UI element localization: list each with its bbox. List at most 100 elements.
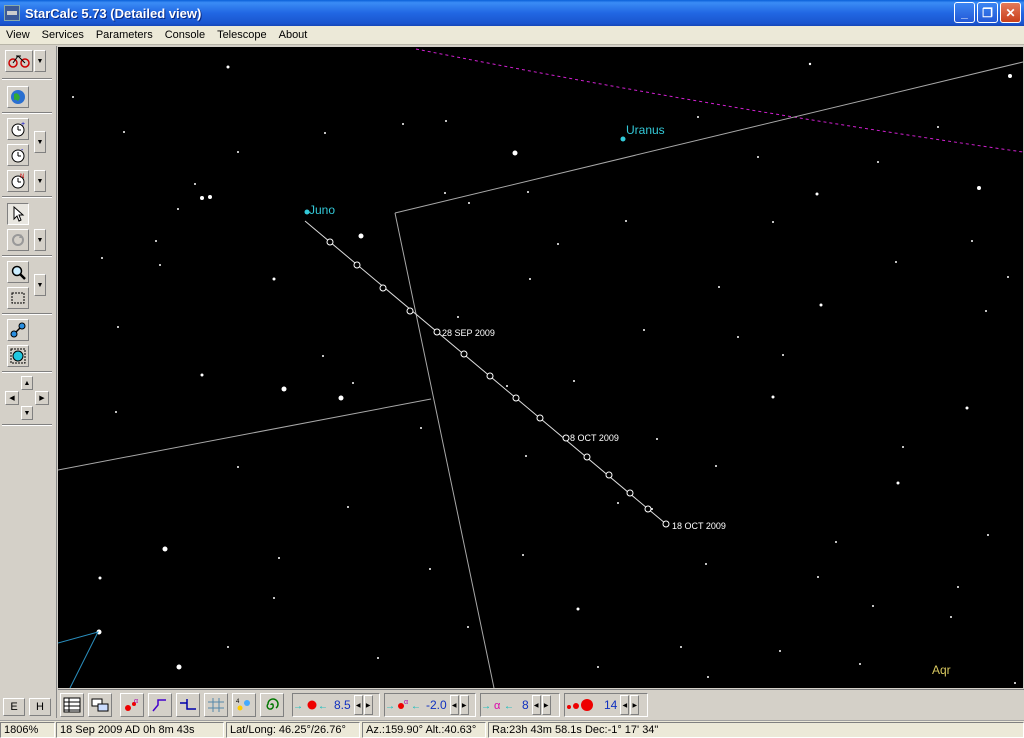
svg-text:α: α	[134, 698, 138, 705]
boundaries-icon	[180, 699, 196, 710]
clock-dropdown[interactable]: ▼	[34, 131, 46, 153]
sky-map[interactable]: Uranus Juno 28 SEP 2009 8 OCT 2009 18 OC…	[58, 47, 1023, 688]
zoom-rect-button[interactable]	[7, 287, 29, 309]
clock-minus-button[interactable]: -	[7, 144, 29, 166]
star	[718, 286, 720, 288]
star	[123, 131, 125, 133]
size-increase-arrow[interactable]: ▶	[630, 695, 640, 715]
pan-up-button[interactable]: ▲	[21, 376, 33, 390]
magnitude-limit-value[interactable]: 8.5	[331, 698, 354, 712]
star	[859, 663, 861, 665]
star	[977, 186, 981, 190]
star	[468, 202, 470, 204]
star	[782, 354, 784, 356]
star	[950, 616, 952, 618]
star	[72, 96, 74, 98]
bicycle-button[interactable]	[5, 50, 33, 72]
menu-about[interactable]: About	[273, 29, 314, 41]
juno-track-point	[406, 307, 414, 315]
restore-button[interactable]: ❐	[977, 2, 998, 23]
star	[226, 65, 230, 69]
direction-pad: ▲ ◀ ▶ ▼	[5, 376, 49, 420]
menu-services[interactable]: Services	[36, 29, 90, 41]
uranus-marker[interactable]	[620, 136, 626, 142]
label-limit-value[interactable]: 8	[519, 698, 532, 712]
e-button[interactable]: E	[3, 698, 25, 716]
constellation-lines-button[interactable]	[148, 693, 172, 717]
close-button[interactable]: ✕	[1000, 2, 1021, 23]
star	[987, 534, 989, 536]
h-button[interactable]: H	[29, 698, 51, 716]
constellation-lines-icon	[152, 699, 166, 712]
star	[162, 546, 168, 552]
star	[680, 646, 682, 648]
star	[597, 666, 599, 668]
star-size-value[interactable]: 14	[601, 698, 620, 712]
minimize-button[interactable]: _	[954, 2, 975, 23]
table-view-button[interactable]	[60, 693, 84, 717]
comets-button[interactable]	[260, 693, 284, 717]
zoom-tool-button[interactable]	[7, 261, 29, 283]
alpha-stars-icon: α	[125, 698, 138, 711]
object-select-button[interactable]	[7, 345, 29, 367]
alpha-stars-button[interactable]: α	[120, 693, 144, 717]
menu-view[interactable]: View	[0, 29, 36, 41]
pan-left-button[interactable]: ◀	[5, 391, 19, 405]
size-decrease-arrow[interactable]: ◀	[620, 695, 630, 715]
star	[877, 161, 879, 163]
pan-down-button[interactable]: ▼	[21, 406, 33, 420]
star	[402, 123, 404, 125]
label-decrease-arrow[interactable]: ◀	[531, 695, 541, 715]
star	[115, 411, 117, 413]
alpha-label-icon: → α ←	[481, 700, 514, 712]
juno-track-point	[583, 453, 591, 461]
svg-text:+: +	[21, 121, 25, 128]
clock-now-dropdown[interactable]: ▼	[34, 170, 46, 192]
alpha-decrease-arrow[interactable]: ◀	[449, 695, 459, 715]
grid-button[interactable]	[204, 693, 228, 717]
boundaries-button[interactable]	[176, 693, 200, 717]
star	[117, 326, 119, 328]
menu-parameters[interactable]: Parameters	[90, 29, 159, 41]
planets-button[interactable]: 4	[232, 693, 256, 717]
zoom-level: 1806%	[0, 722, 55, 738]
sky-map-canvas[interactable]: Uranus Juno 28 SEP 2009 8 OCT 2009 18 OC…	[58, 47, 1023, 688]
magnifier-icon	[11, 265, 26, 280]
star	[817, 576, 819, 578]
window-title: StarCalc 5.73 (Detailed view)	[25, 5, 202, 21]
pointer-tool-button[interactable]	[7, 203, 29, 225]
date-time: 18 Sep 2009 AD 0h 8m 43s	[56, 722, 224, 738]
transfer-button[interactable]	[88, 693, 112, 717]
star	[101, 257, 103, 259]
star	[808, 62, 812, 66]
star	[506, 385, 508, 387]
svg-text:α: α	[404, 699, 408, 706]
label-increase-arrow[interactable]: ▶	[541, 695, 551, 715]
bicycle-icon	[8, 55, 30, 68]
star	[444, 192, 446, 194]
bicycle-dropdown[interactable]: ▼	[34, 50, 46, 72]
pan-right-button[interactable]: ▶	[35, 391, 49, 405]
mag-decrease-arrow[interactable]: ◀	[353, 695, 363, 715]
clock-plus-button[interactable]: +	[7, 118, 29, 140]
star	[772, 221, 774, 223]
mag-increase-arrow[interactable]: ▶	[363, 695, 373, 715]
globe-button[interactable]	[7, 86, 29, 108]
zoom-dropdown[interactable]: ▼	[34, 274, 46, 296]
ecliptic-line	[415, 48, 1023, 153]
label-limit-control: → α ← 8 ◀ ▶	[480, 693, 560, 717]
rotate-tool-button[interactable]	[7, 229, 29, 251]
star	[377, 657, 379, 659]
star	[1014, 682, 1016, 684]
menu-telescope[interactable]: Telescope	[211, 29, 273, 41]
alpha-increase-arrow[interactable]: ▶	[459, 695, 469, 715]
rotate-dropdown[interactable]: ▼	[34, 229, 46, 251]
left-toolbar: ▼ + - ▼ N ▼ ▼ ▼ ▲ ◀ ▶ ▼ E H	[0, 46, 57, 718]
menu-console[interactable]: Console	[159, 29, 211, 41]
link-tool-button[interactable]	[7, 319, 29, 341]
alpha-magnitude-value[interactable]: -2.0	[423, 698, 450, 712]
table-icon	[63, 697, 81, 713]
clock-now-button[interactable]: N	[7, 170, 29, 192]
alpha-magnitude-control: → α ← -2.0 ◀ ▶	[384, 693, 476, 717]
star-size-control: 14 ◀ ▶	[564, 693, 648, 717]
